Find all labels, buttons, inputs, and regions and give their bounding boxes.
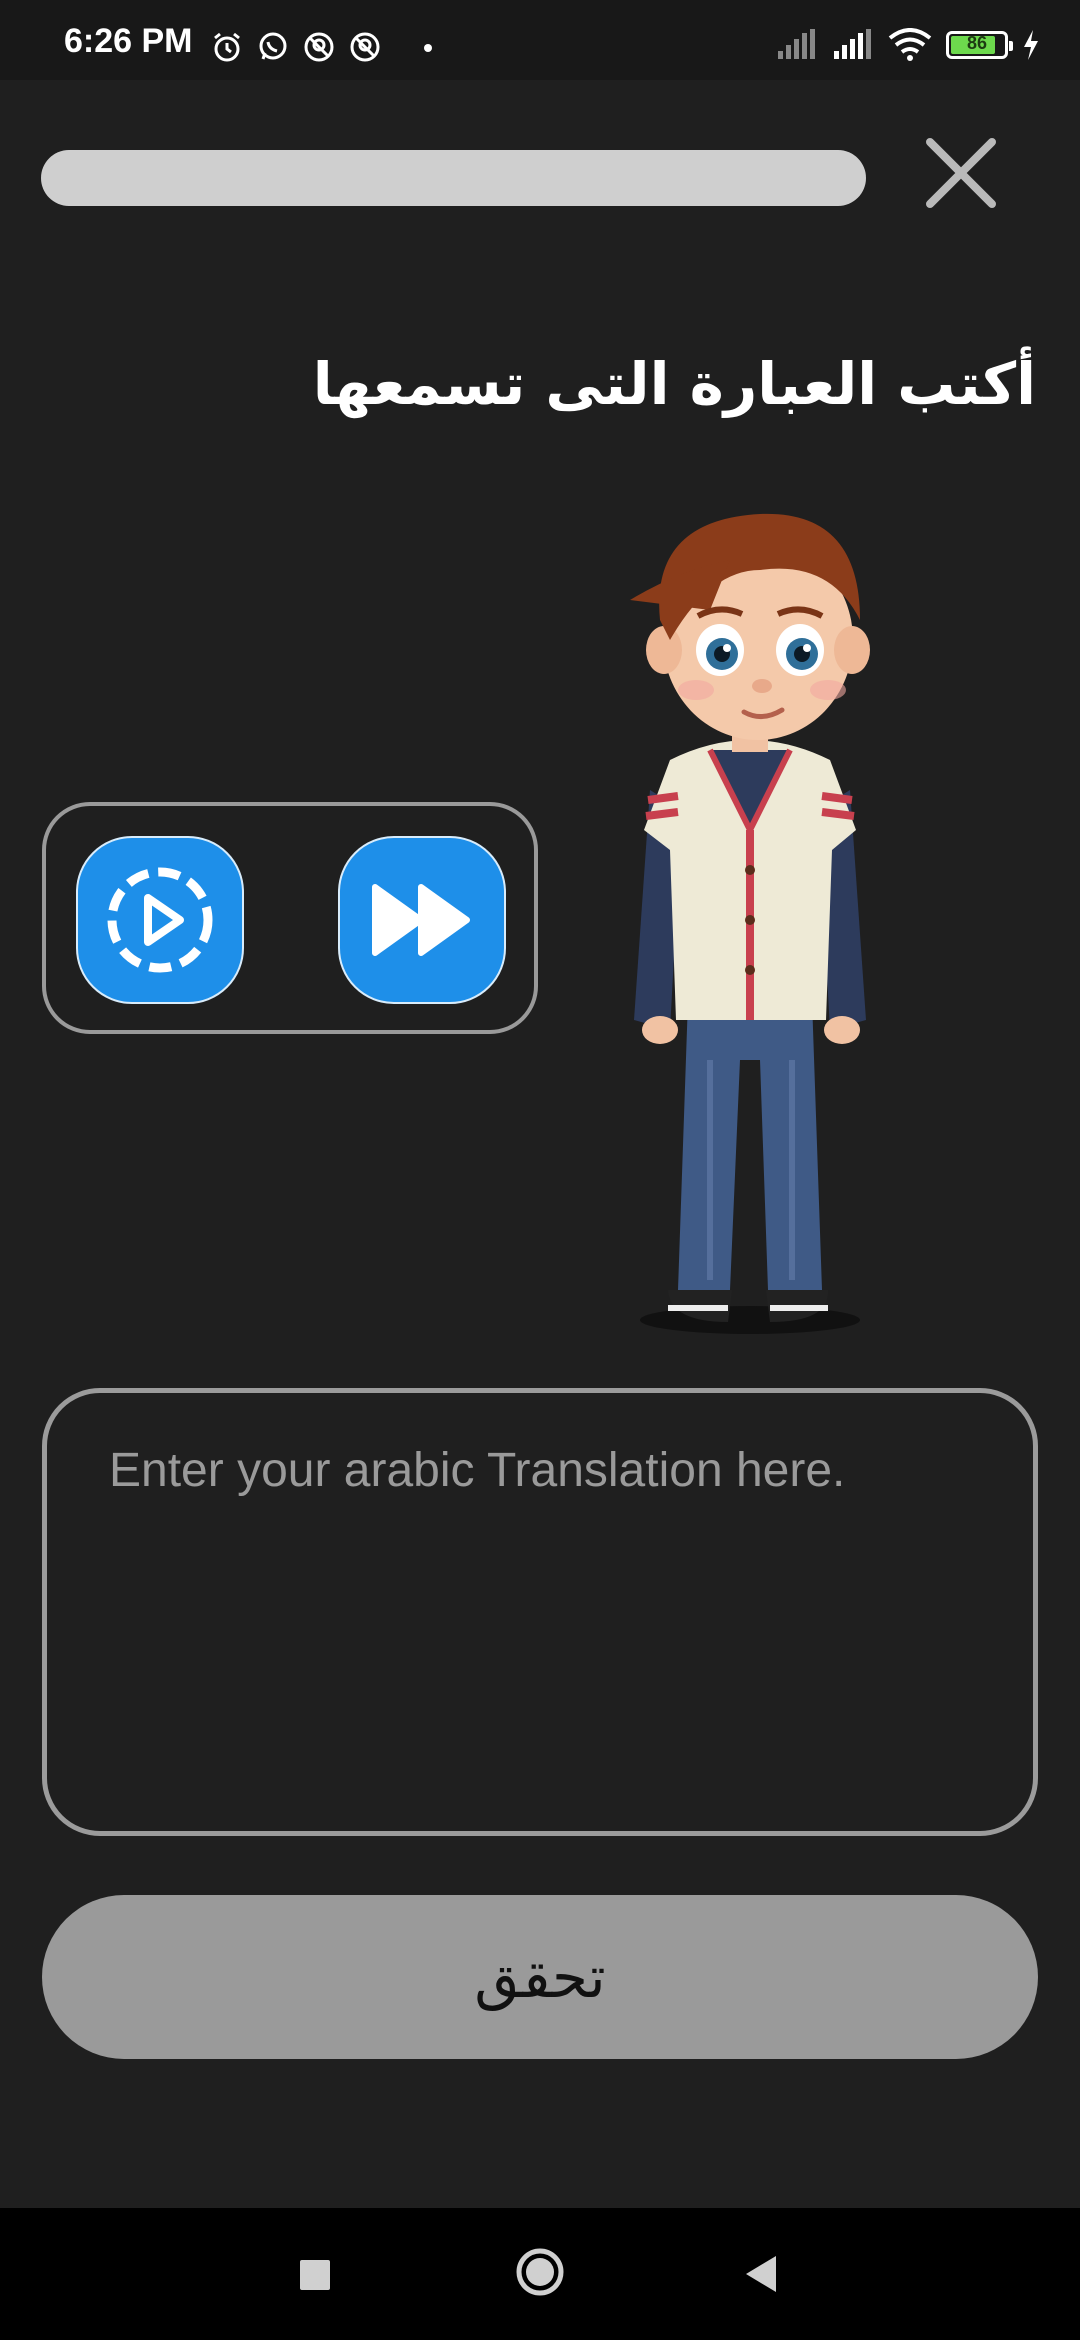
translation-input[interactable] (107, 1441, 981, 1785)
alarm-icon (214, 32, 240, 62)
location-off-icon (304, 32, 334, 62)
battery-level: 86 (966, 33, 988, 53)
status-bar: 6:26 PM 86 (0, 0, 1080, 80)
home-icon[interactable] (514, 2246, 566, 2298)
slow-play-button[interactable] (76, 836, 244, 1004)
check-button[interactable]: تحقق (42, 1895, 1038, 2059)
wifi-icon (888, 28, 932, 61)
whatsapp-icon (259, 32, 287, 60)
lesson-progress-bar (41, 150, 866, 206)
navigation-bar (0, 2208, 1080, 2340)
close-icon[interactable] (920, 132, 1002, 214)
recent-apps-icon[interactable] (300, 2260, 330, 2290)
battery-nub (1009, 41, 1013, 51)
check-button-label: تحقق (474, 1943, 606, 2011)
back-icon[interactable] (740, 2252, 780, 2296)
notification-dot (424, 44, 432, 52)
audio-controls (42, 802, 538, 1034)
fast-play-button[interactable] (338, 836, 506, 1004)
character-illustration (630, 513, 870, 1334)
status-icons-right: 86 (776, 28, 1040, 62)
signal-icon (834, 29, 871, 59)
fast-forward-icon (372, 884, 470, 956)
prompt-title: أكتب العبارة التى تسمعها (312, 350, 1036, 418)
answer-box (42, 1388, 1038, 1836)
battery-icon: 86 (946, 31, 1013, 59)
screen: 6:26 PM 86 أكتب العبارة التى تسمعها Ente… (0, 0, 1080, 2340)
charging-icon (1024, 30, 1038, 60)
location-off-icon (350, 32, 380, 62)
slow-play-icon (107, 867, 213, 973)
status-time: 6:26 PM (64, 22, 193, 60)
status-icons-left (210, 30, 382, 64)
signal-icon (778, 29, 815, 59)
